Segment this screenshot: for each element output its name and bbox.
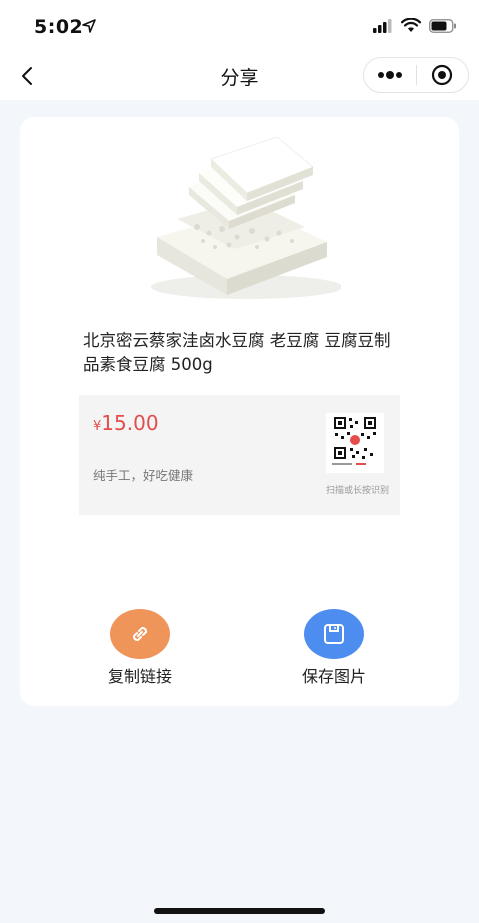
save-image-label: 保存图片 [301, 667, 366, 686]
product-description: 纯手工，好吃健康 [93, 468, 194, 483]
link-icon [132, 626, 148, 642]
copy-link-button[interactable]: 复制链接 [90, 609, 190, 687]
location-arrow-icon [82, 19, 96, 33]
mini-program-capsule [363, 57, 469, 93]
product-title: 北京密云蔡家洼卤水豆腐 老豆腐 豆腐豆制品素食豆腐 500g [83, 331, 391, 374]
wifi-icon [401, 18, 421, 32]
save-image-circle [304, 609, 364, 659]
qr-hint: 扫描或长按识别 [325, 486, 389, 496]
more-button[interactable] [364, 58, 416, 92]
save-image-button[interactable]: 保存图片 [284, 609, 384, 687]
home-indicator [154, 908, 325, 914]
battery-icon [429, 18, 456, 33]
close-button[interactable] [416, 58, 468, 92]
price-panel: ¥15.00 纯手工，好吃健康 扫描或长按识别 [79, 395, 400, 515]
signal-icon [373, 18, 392, 33]
target-close-icon [432, 64, 453, 86]
product-price: ¥15.00 [93, 411, 159, 435]
copy-link-label: 复制链接 [107, 667, 172, 686]
status-icons [373, 18, 457, 33]
status-time: 5:02 [34, 16, 84, 38]
more-dots-icon [377, 71, 402, 79]
save-icon [324, 624, 344, 644]
share-screen: 5:02 分享 北京密云蔡家洼卤水豆腐 老豆腐 豆腐豆制品素食豆腐 500g ¥… [0, 0, 479, 923]
share-card: 北京密云蔡家洼卤水豆腐 老豆腐 豆腐豆制品素食豆腐 500g ¥15.00 纯手… [20, 117, 459, 706]
qr-code[interactable] [326, 413, 384, 473]
product-image [137, 137, 341, 317]
price-value: 15.00 [101, 411, 159, 435]
status-bar: 5:02 [0, 0, 479, 52]
nav-bar: 分享 [0, 52, 479, 100]
copy-link-circle [110, 609, 170, 659]
